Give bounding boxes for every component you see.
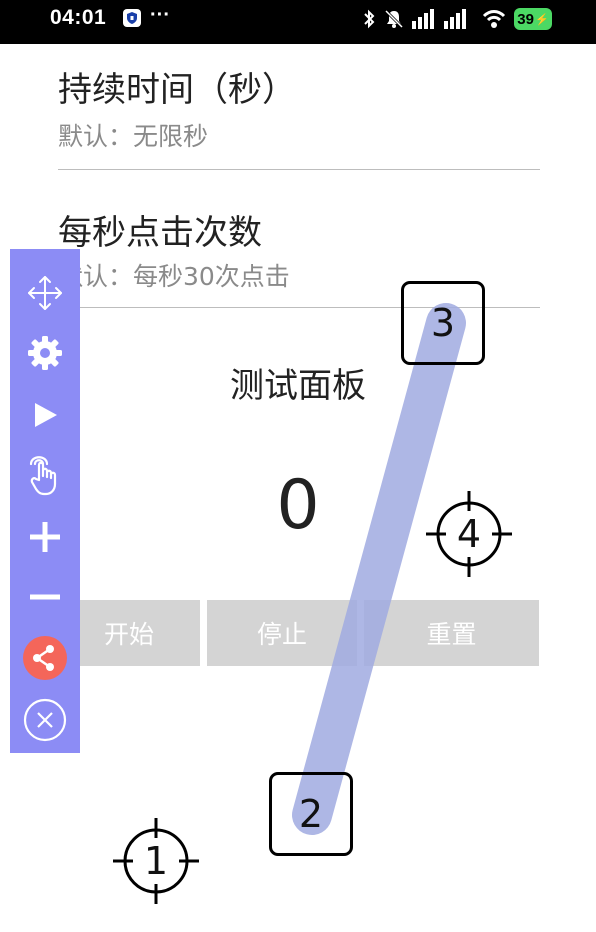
vpn-shield-icon [123, 9, 141, 27]
setting-duration-subtitle: 默认：无限秒 [58, 122, 209, 151]
mute-bell-icon [384, 9, 404, 29]
status-bar: 04:01 ··· 39 ⚡ [0, 0, 596, 44]
test-panel-title: 测试面板 [230, 366, 366, 406]
setting-duration[interactable]: 持续时间（秒） 默认：无限秒 [58, 62, 540, 162]
click-target-1[interactable]: 1 [109, 814, 203, 908]
play-icon[interactable] [10, 395, 80, 435]
more-notifications-icon: ··· [150, 4, 170, 26]
target-number: 3 [430, 301, 456, 345]
setting-cps-subtitle: 默认：每秒30次点击 [58, 262, 290, 291]
setting-cps-title: 每秒点击次数 [58, 213, 262, 253]
swipe-target-3[interactable]: 3 [401, 281, 485, 365]
move-icon[interactable] [10, 273, 80, 313]
target-number: 1 [143, 839, 169, 883]
minus-icon[interactable] [10, 577, 80, 617]
divider [58, 169, 540, 170]
target-number: 4 [456, 512, 482, 556]
status-time: 04:01 [50, 6, 107, 29]
target-number: 2 [298, 792, 324, 836]
floating-toolbar [10, 249, 80, 753]
hand-tap-icon[interactable] [10, 453, 80, 497]
battery-indicator: 39 ⚡ [514, 8, 552, 30]
reset-button[interactable]: 重置 [364, 600, 539, 666]
battery-level: 39 [517, 10, 534, 28]
close-circle-icon[interactable] [10, 697, 80, 743]
wifi-icon [482, 9, 506, 29]
charging-icon: ⚡ [534, 13, 549, 26]
stop-button[interactable]: 停止 [207, 600, 357, 666]
gear-icon[interactable] [10, 333, 80, 373]
setting-duration-title: 持续时间（秒） [58, 70, 296, 110]
share-icon[interactable] [10, 635, 80, 681]
plus-icon[interactable] [10, 517, 80, 557]
signal-icon [412, 9, 474, 29]
click-target-4[interactable]: 4 [422, 487, 516, 581]
bluetooth-icon [362, 9, 376, 29]
swipe-target-2[interactable]: 2 [269, 772, 353, 856]
